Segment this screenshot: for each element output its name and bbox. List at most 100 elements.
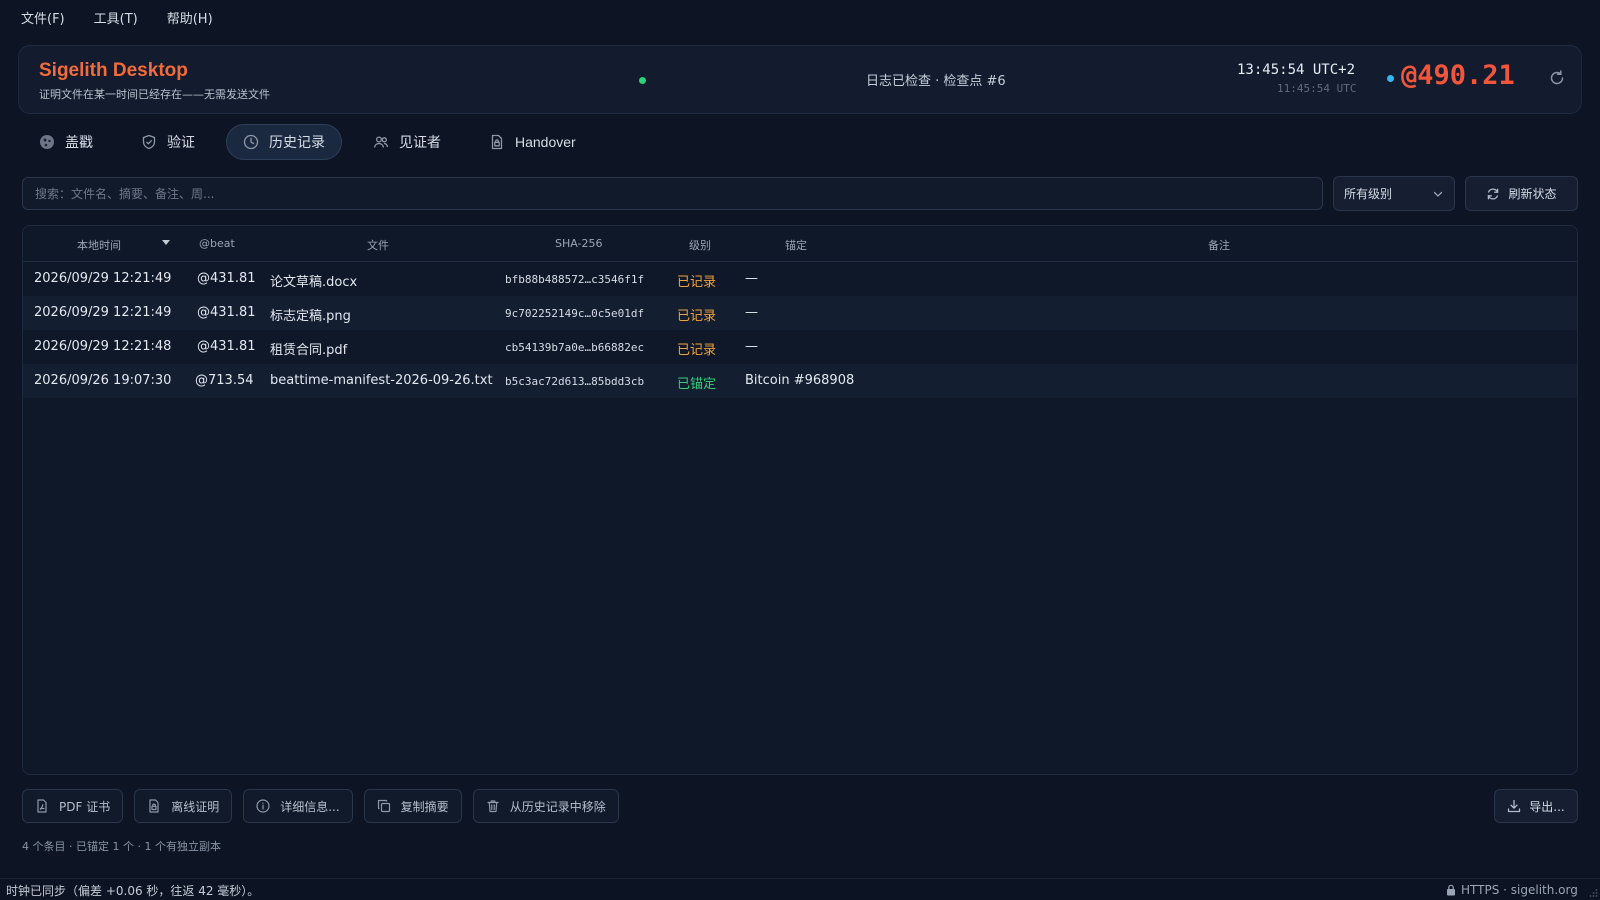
remove-from-history-label: 从历史记录中移除 — [509, 799, 606, 814]
pdf-file-icon — [35, 799, 49, 813]
cell-anchor: — — [745, 305, 758, 320]
menu-help[interactable]: 帮助(H) — [158, 8, 222, 27]
cell-sha256: 9c702252149c…0c5e01df — [505, 307, 645, 320]
status-bar: 时钟已同步（偏差 +0.06 秒，往返 42 毫秒）。 HTTPS · sige… — [0, 878, 1600, 900]
cell-sha256: bfb88b488572…c3546f1f — [505, 273, 645, 286]
refresh-icon — [1486, 187, 1500, 201]
cell-sha256: cb54139b7a0e…b66882ec — [505, 341, 645, 354]
refresh-status-label: 刷新状态 — [1508, 187, 1557, 201]
lock-icon — [1446, 884, 1456, 896]
file-lock-icon — [489, 134, 505, 150]
tab-stamp-label: 盖戳 — [65, 134, 93, 150]
col-note[interactable]: 备注 — [1208, 237, 1230, 253]
clock-sync-status: 时钟已同步（偏差 +0.06 秒，往返 42 毫秒）。 — [6, 884, 260, 898]
cell-anchor: — — [745, 271, 758, 286]
cell-anchor: — — [745, 339, 758, 354]
trash-icon — [486, 799, 500, 813]
tab-witnesses-label: 见证者 — [399, 134, 441, 150]
tab-history[interactable]: 历史记录 — [226, 124, 342, 160]
cell-anchor: Bitcoin #968908 — [745, 373, 855, 388]
tab-verify[interactable]: 验证 — [124, 124, 212, 160]
cell-level: 已锚定 — [677, 377, 717, 392]
cell-beat: @713.54 — [195, 373, 254, 388]
table-row[interactable]: 2026/09/29 12:21:49 @431.81 标志定稿.png 9c7… — [23, 296, 1577, 330]
offline-proof-label: 离线证明 — [171, 799, 220, 814]
remove-from-history-button[interactable]: 从历史记录中移除 — [472, 789, 619, 823]
table-header: 本地时间 @beat 文件 SHA-256 级别 锚定 备注 — [23, 226, 1577, 262]
table-row[interactable]: 2026/09/26 19:07:30 @713.54 beattime-man… — [23, 364, 1577, 398]
log-status-text: 日志已检查 · 检查点 #6 — [866, 74, 1006, 89]
resize-grip-icon[interactable] — [1588, 888, 1598, 898]
col-local-time[interactable]: 本地时间 — [77, 237, 121, 253]
search-input[interactable] — [22, 177, 1323, 210]
refresh-status-button[interactable]: 刷新状态 — [1465, 176, 1578, 211]
cell-file: beattime-manifest-2026-09-26.txt — [270, 373, 493, 388]
app-title: Sigelith Desktop — [39, 60, 188, 81]
col-file[interactable]: 文件 — [367, 237, 389, 253]
cell-local-time: 2026/09/29 12:21:48 — [34, 339, 172, 354]
col-anchor[interactable]: 锚定 — [785, 237, 807, 253]
col-level[interactable]: 级别 — [689, 237, 711, 253]
cell-level: 已记录 — [677, 343, 717, 358]
level-filter-value: 所有级别 — [1344, 187, 1393, 201]
cell-beat: @431.81 — [197, 305, 256, 320]
cell-file: 租赁合同.pdf — [270, 343, 348, 358]
tab-witnesses[interactable]: 见证者 — [356, 124, 458, 160]
users-icon — [373, 134, 389, 150]
tab-handover[interactable]: Handover — [472, 124, 593, 160]
local-clock: 13:45:54 UTC+2 — [1237, 62, 1356, 78]
cell-beat: @431.81 — [197, 271, 256, 286]
table-row[interactable]: 2026/09/29 12:21:48 @431.81 租赁合同.pdf cb5… — [23, 330, 1577, 364]
export-label: 导出... — [1529, 799, 1565, 814]
cell-local-time: 2026/09/26 19:07:30 — [34, 373, 172, 388]
details-label: 详细信息... — [280, 799, 340, 814]
table-row[interactable]: 2026/09/29 12:21:49 @431.81 论文草稿.docx bf… — [23, 262, 1577, 296]
connection-status: HTTPS · sigelith.org — [1446, 883, 1578, 897]
record-actions: PDF 证书 离线证明 详细信息... 复制摘要 从历史记录中移除 — [22, 789, 630, 823]
beat-time-display: @490.21 — [1401, 60, 1515, 91]
chevron-down-icon — [1432, 188, 1444, 200]
pdf-certificate-label: PDF 证书 — [59, 799, 111, 814]
cell-beat: @431.81 — [197, 339, 256, 354]
clock-icon — [243, 134, 259, 150]
beat-indicator — [1387, 75, 1394, 82]
cell-local-time: 2026/09/29 12:21:49 — [34, 271, 172, 286]
cell-level: 已记录 — [677, 275, 717, 290]
details-button[interactable]: 详细信息... — [243, 789, 353, 823]
menu-bar: 文件(F) 工具(T) 帮助(H) — [0, 0, 1600, 34]
menu-tools[interactable]: 工具(T) — [85, 8, 147, 27]
copy-digest-label: 复制摘要 — [400, 799, 449, 814]
copy-icon — [377, 799, 391, 813]
offline-proof-button[interactable]: 离线证明 — [134, 789, 233, 823]
cell-sha256: b5c3ac72d613…85bdd3cb — [505, 375, 645, 388]
export-button[interactable]: 导出... — [1494, 789, 1578, 823]
pdf-certificate-button[interactable]: PDF 证书 — [22, 789, 124, 823]
tab-history-label: 历史记录 — [269, 134, 325, 150]
info-icon — [256, 799, 270, 813]
history-table: 本地时间 @beat 文件 SHA-256 级别 锚定 备注 2026/09/2… — [22, 225, 1578, 775]
cell-local-time: 2026/09/29 12:21:49 — [34, 305, 172, 320]
stamp-icon — [39, 134, 55, 150]
history-summary: 4 个条目 · 已锚定 1 个 · 1 个有独立副本 — [22, 840, 221, 853]
app-subtitle: 证明文件在某一时间已经存在——无需发送文件 — [39, 88, 270, 101]
col-beat[interactable]: @beat — [199, 237, 235, 250]
main-tabs: 盖戳 验证 历史记录 见证者 Handover — [22, 124, 607, 162]
file-lock-icon — [147, 799, 161, 813]
download-icon — [1507, 799, 1521, 813]
cell-level: 已记录 — [677, 309, 717, 324]
cell-file: 论文草稿.docx — [270, 275, 358, 290]
cell-file: 标志定稿.png — [270, 309, 351, 324]
connection-status-text: HTTPS · sigelith.org — [1461, 883, 1578, 897]
copy-digest-button[interactable]: 复制摘要 — [363, 789, 462, 823]
level-filter-select[interactable]: 所有级别 — [1333, 176, 1455, 211]
sort-desc-icon[interactable] — [162, 240, 170, 245]
tab-stamp[interactable]: 盖戳 — [22, 124, 110, 160]
resync-icon[interactable] — [1547, 68, 1567, 88]
app-header: Sigelith Desktop 证明文件在某一时间已经存在——无需发送文件 日… — [18, 45, 1582, 114]
tab-handover-label: Handover — [515, 134, 576, 150]
shield-check-icon — [141, 134, 157, 150]
menu-file[interactable]: 文件(F) — [12, 8, 74, 27]
col-sha256[interactable]: SHA-256 — [555, 237, 603, 250]
log-status-indicator — [639, 77, 646, 84]
utc-clock: 11:45:54 UTC — [1277, 82, 1357, 95]
